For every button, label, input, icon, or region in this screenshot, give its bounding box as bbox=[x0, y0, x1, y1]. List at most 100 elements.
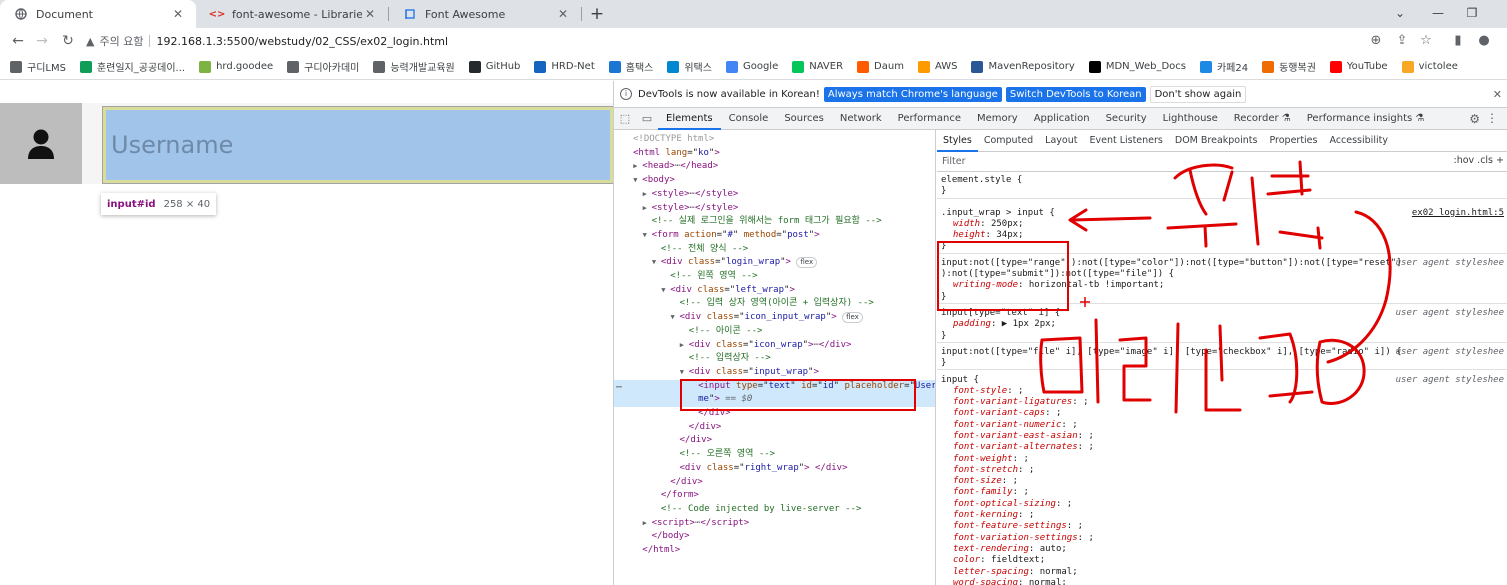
dom-node[interactable]: <!-- 오른쪽 영역 --> bbox=[614, 448, 935, 462]
zoom-icon[interactable]: ⊕ bbox=[1366, 31, 1386, 51]
styles-filter[interactable]: Filter :hov .cls + bbox=[937, 152, 1507, 172]
dom-node[interactable]: <!-- 왼쪽 영역 --> bbox=[614, 270, 935, 284]
bookmark-7[interactable]: 홈택스 bbox=[608, 59, 653, 74]
restore-button[interactable]: ❐ bbox=[1462, 3, 1482, 23]
devtools-tab-recorder[interactable]: Recorder ⚗ bbox=[1226, 108, 1299, 130]
bookmark-12[interactable]: AWS bbox=[917, 60, 957, 73]
dom-node[interactable]: <div class="right_wrap"> </div> bbox=[614, 462, 935, 476]
dom-node[interactable]: ▼ <div class="input_wrap"> bbox=[614, 366, 935, 380]
bookmark-8[interactable]: 위택스 bbox=[667, 59, 712, 74]
bookmark-star-icon[interactable]: ☆ bbox=[1416, 31, 1436, 51]
dom-node[interactable]: <!-- 입력 상자 영역(아이콘 + 입력상자) --> bbox=[614, 297, 935, 311]
dom-node[interactable]: <!-- 실제 로그인을 위해서는 form 태그가 필요함 --> bbox=[614, 215, 935, 229]
bookmark-17[interactable]: YouTube bbox=[1329, 60, 1388, 73]
minimize-button[interactable]: — bbox=[1428, 3, 1448, 23]
styles-tab-properties[interactable]: Properties bbox=[1263, 130, 1323, 152]
tab-font-awesome-cdnjs[interactable]: <> font-awesome - Libraries - cdnj ✕ bbox=[196, 0, 388, 28]
devtools-tab-memory[interactable]: Memory bbox=[969, 108, 1026, 130]
dom-node[interactable]: </div> bbox=[614, 476, 935, 490]
dom-node[interactable]: <!DOCTYPE html> bbox=[614, 133, 935, 147]
devtools-tab-elements[interactable]: Elements bbox=[658, 108, 721, 130]
dom-node[interactable]: <!-- 전체 양식 --> bbox=[614, 243, 935, 257]
devtools-tab-sources[interactable]: Sources bbox=[776, 108, 832, 130]
forward-button[interactable]: → bbox=[32, 31, 52, 51]
dom-node[interactable]: <!-- Code injected by live-server --> bbox=[614, 503, 935, 517]
css-rule[interactable]: element.style {} bbox=[937, 175, 1507, 199]
devtools-tab-application[interactable]: Application bbox=[1026, 108, 1098, 130]
dom-node[interactable]: <html lang="ko"> bbox=[614, 147, 935, 161]
filter-input[interactable]: Filter bbox=[942, 156, 966, 167]
back-button[interactable]: ← bbox=[8, 31, 28, 51]
more-options-icon[interactable]: ⋮ bbox=[1486, 111, 1498, 125]
dom-node[interactable]: ▼ <div class="login_wrap"> flex bbox=[614, 256, 935, 270]
bookmark-1[interactable]: 훈련일지_공공데이... bbox=[79, 59, 185, 74]
address-bar[interactable]: ▲ 주의 요함 192.168.1.3:5500/webstudy/02_CSS… bbox=[86, 30, 1386, 52]
tab-document[interactable]: Document ✕ bbox=[0, 0, 196, 28]
css-rule[interactable]: input:not([type="file" i], [type="image"… bbox=[937, 347, 1507, 371]
dom-node[interactable]: ▶ <style>⋯</style> bbox=[614, 202, 935, 216]
bookmark-2[interactable]: hrd.goodee bbox=[199, 60, 273, 73]
dom-node[interactable]: </div> bbox=[614, 421, 935, 435]
username-input[interactable] bbox=[102, 106, 614, 184]
dont-show-again-button[interactable]: Don't show again bbox=[1149, 85, 1247, 103]
bookmark-11[interactable]: Daum bbox=[857, 60, 904, 73]
bookmark-0[interactable]: 구디LMS bbox=[10, 59, 66, 74]
bookmark-3[interactable]: 구디아카데미 bbox=[287, 59, 359, 74]
device-toolbar-icon[interactable]: ▭ bbox=[636, 108, 658, 130]
dom-node[interactable]: <!-- 아이콘 --> bbox=[614, 325, 935, 339]
bookmark-13[interactable]: MavenRepository bbox=[971, 60, 1075, 73]
dom-node[interactable]: ▶ <script>⋯</script> bbox=[614, 517, 935, 531]
bookmark-15[interactable]: 카페24 bbox=[1199, 59, 1248, 74]
dom-node[interactable]: ▼ <body> bbox=[614, 174, 935, 188]
elements-dom-tree[interactable]: <!DOCTYPE html> <html lang="ko"> ▶ <head>⋯<… bbox=[614, 130, 936, 585]
dom-node[interactable]: </body> bbox=[614, 530, 935, 544]
dom-node[interactable]: <!-- 입력상자 --> bbox=[614, 352, 935, 366]
bookmark-9[interactable]: Google bbox=[725, 60, 778, 73]
dom-node[interactable]: </html> bbox=[614, 544, 935, 558]
inspect-element-icon[interactable]: ⬚ bbox=[614, 108, 636, 130]
match-language-button[interactable]: Always match Chrome's language bbox=[823, 86, 1002, 102]
bookmark-18[interactable]: victolee bbox=[1401, 60, 1458, 73]
dom-node[interactable]: ▼ <div class="icon_input_wrap"> flex bbox=[614, 311, 935, 325]
styles-toolbar[interactable]: :hov .cls + bbox=[1454, 155, 1505, 166]
bookmark-14[interactable]: MDN_Web_Docs bbox=[1088, 60, 1186, 73]
gear-icon[interactable]: ⚙ bbox=[1469, 112, 1480, 126]
devtools-tab-lighthouse[interactable]: Lighthouse bbox=[1155, 108, 1226, 130]
close-icon[interactable]: ✕ bbox=[1493, 88, 1502, 101]
bookmark-4[interactable]: 능력개발교육원 bbox=[373, 59, 455, 74]
devtools-tab-security[interactable]: Security bbox=[1098, 108, 1155, 130]
devtools-tab-performance-insights[interactable]: Performance insights ⚗ bbox=[1299, 108, 1433, 130]
dom-node[interactable]: ▼ <form action="#" method="post"> bbox=[614, 229, 935, 243]
css-rule[interactable]: input[type="text" i] {padding: ▶ 1px 2px… bbox=[937, 308, 1507, 343]
dom-node[interactable]: </form> bbox=[614, 489, 935, 503]
devtools-tab-network[interactable]: Network bbox=[832, 108, 890, 130]
dom-node[interactable]: ▼ <div class="left_wrap"> bbox=[614, 284, 935, 298]
share-icon[interactable]: ⇪ bbox=[1392, 31, 1412, 51]
more-icon[interactable]: ⋯ bbox=[616, 382, 622, 393]
devtools-tab-console[interactable]: Console bbox=[721, 108, 777, 130]
css-rule[interactable]: input {font-style: ; font-variant-ligatur… bbox=[937, 375, 1507, 585]
styles-tab-styles[interactable]: Styles bbox=[937, 130, 978, 152]
dom-node[interactable]: ▶ <head>⋯</head> bbox=[614, 160, 935, 174]
dom-node[interactable]: </div> bbox=[614, 434, 935, 448]
styles-tab-computed[interactable]: Computed bbox=[978, 130, 1039, 152]
styles-tab-layout[interactable]: Layout bbox=[1039, 130, 1083, 152]
styles-tab-accessibility[interactable]: Accessibility bbox=[1323, 130, 1393, 152]
bookmark-5[interactable]: GitHub bbox=[468, 60, 520, 73]
tab-font-awesome[interactable]: Font Awesome ✕ bbox=[389, 0, 581, 28]
close-icon[interactable]: ✕ bbox=[555, 7, 571, 21]
switch-korean-button[interactable]: Switch DevTools to Korean bbox=[1005, 86, 1146, 102]
close-icon[interactable]: ✕ bbox=[170, 7, 186, 21]
bookmark-16[interactable]: 동행복권 bbox=[1262, 59, 1316, 74]
devtools-tab-performance[interactable]: Performance bbox=[890, 108, 969, 130]
side-panel-icon[interactable]: ▮ bbox=[1448, 31, 1468, 51]
dom-node[interactable]: ▶ <style>⋯</style> bbox=[614, 188, 935, 202]
styles-tab-dom-breakpoints[interactable]: DOM Breakpoints bbox=[1169, 130, 1264, 152]
chevron-down-icon[interactable]: ⌄ bbox=[1390, 3, 1410, 23]
close-icon[interactable]: ✕ bbox=[362, 7, 378, 21]
styles-tab-event-listeners[interactable]: Event Listeners bbox=[1083, 130, 1168, 152]
reload-button[interactable]: ↻ bbox=[58, 31, 78, 51]
bookmark-6[interactable]: HRD-Net bbox=[534, 60, 595, 73]
new-tab-button[interactable]: + bbox=[587, 4, 607, 24]
profile-icon[interactable]: ● bbox=[1474, 31, 1494, 51]
